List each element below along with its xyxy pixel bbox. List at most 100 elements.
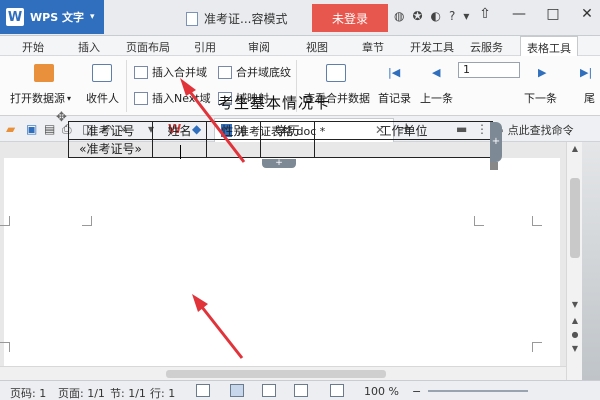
margin-corner — [532, 216, 542, 226]
window-controls: ⇧ — □ ✕ — [476, 6, 596, 22]
insert-next-field-label: 插入Next域 — [152, 92, 211, 105]
window-edge — [582, 142, 600, 380]
status-row: 行: 1 — [150, 387, 176, 400]
scroll-down-icon[interactable]: ▼ — [569, 300, 581, 309]
next-record-button[interactable]: 下一条 — [524, 90, 557, 106]
zoom-out-icon[interactable]: − — [412, 385, 421, 398]
wps-logo-icon: W — [6, 8, 24, 26]
view-merged-data-icon — [326, 64, 346, 82]
add-column-button[interactable]: + — [490, 122, 502, 162]
tab-home[interactable]: 开始 — [22, 39, 44, 55]
command-search-label: 点此查找命令 — [507, 124, 574, 137]
tab-page-layout[interactable]: 页面布局 — [126, 39, 170, 55]
page-view-icon[interactable] — [230, 384, 244, 397]
horizontal-scrollbar[interactable] — [0, 366, 566, 380]
table-header-cell[interactable]: 性别 — [206, 121, 261, 140]
table-header-cell[interactable]: 姓名 — [152, 121, 207, 140]
table-cell[interactable]: «准考证号» — [68, 139, 153, 158]
insert-next-field-button[interactable]: 插入Next域 — [134, 90, 211, 106]
status-pages: 页面: 1/1 — [58, 387, 105, 400]
status-page-number: 页码: 1 — [10, 387, 47, 400]
scroll-thumb[interactable] — [166, 370, 386, 378]
prev-record-button[interactable]: 上一条 — [420, 90, 453, 106]
window-title: 准考证...容模式 — [186, 10, 287, 27]
tab-review[interactable]: 审阅 — [248, 39, 270, 55]
select-browse-icon[interactable]: ● — [569, 330, 581, 339]
maximize-button[interactable]: □ — [544, 6, 562, 22]
merge-field-shading-button[interactable]: 合并域底纹 — [218, 64, 291, 80]
margin-corner — [0, 216, 10, 226]
command-search[interactable]: ⌕ 点此查找命令 — [498, 122, 574, 138]
table-resize-handle[interactable] — [490, 162, 498, 170]
app-menu-button[interactable]: W WPS 文字 ▾ — [0, 0, 104, 34]
outline-view-icon[interactable] — [262, 384, 276, 397]
zoom-slider[interactable] — [428, 390, 528, 392]
open-datasource-button[interactable]: 打开数据源 ▾ — [10, 90, 71, 106]
scroll-thumb[interactable] — [570, 178, 580, 258]
dropdown-icon[interactable]: ▾ — [463, 9, 469, 23]
table-cell[interactable] — [314, 139, 493, 158]
export-pdf-icon[interactable]: ▤ — [44, 122, 55, 136]
table-header-cell[interactable]: 工作单位 — [314, 121, 493, 140]
read-mode-icon[interactable] — [330, 384, 344, 397]
chevron-down-icon: ▾ — [67, 93, 72, 103]
tab-cloud[interactable]: 云服务 — [470, 39, 503, 55]
title-bar: W WPS 文字 ▾ 准考证...容模式 未登录 ◍ ✪ ◐ ? ▾ ⇧ — □… — [0, 0, 600, 36]
tab-insert[interactable]: 插入 — [78, 39, 100, 55]
tab-view[interactable]: 视图 — [306, 39, 328, 55]
window-title-text: 准考证...容模式 — [204, 12, 288, 26]
fullscreen-view-icon[interactable] — [196, 384, 210, 397]
tab-references[interactable]: 引用 — [194, 39, 216, 55]
scroll-up-icon[interactable]: ▲ — [569, 144, 581, 153]
document-canvas — [0, 142, 566, 388]
chevron-down-icon: ▾ — [89, 12, 95, 22]
share-icon[interactable]: ✪ — [412, 9, 422, 23]
table-move-handle-icon[interactable]: ✥ — [56, 110, 67, 125]
last-record-button[interactable]: 尾 — [584, 90, 595, 106]
first-record-icon: |◀ — [388, 66, 401, 79]
collapse-ribbon-icon[interactable]: ⇧ — [476, 6, 494, 22]
web-view-icon[interactable] — [294, 384, 308, 397]
next-field-icon — [134, 91, 148, 105]
insert-field-icon — [134, 65, 148, 79]
vertical-scrollbar[interactable]: ▲ ▼ ▲ ● ▼ — [566, 142, 582, 380]
insert-merge-field-button[interactable]: 插入合并域 — [134, 64, 207, 80]
open-datasource-icon — [34, 64, 54, 82]
table-cell[interactable] — [260, 139, 315, 158]
status-bar: 页码: 1 页面: 1/1 节: 1/1 行: 1 100 % − — [0, 380, 600, 400]
margin-corner — [532, 342, 542, 352]
merge-field-shading-label: 合并域底纹 — [236, 66, 291, 79]
open-datasource-label: 打开数据源 — [10, 92, 65, 105]
titlebar-icons: ◍ ✪ ◐ ? ▾ — [394, 9, 469, 23]
tab-developer[interactable]: 开发工具 — [410, 39, 454, 55]
table-header-cell[interactable]: 准考证号 — [68, 121, 153, 140]
add-row-button[interactable]: + — [262, 159, 296, 168]
feedback-icon[interactable]: ◐ — [431, 9, 441, 23]
recipients-button[interactable]: 收件人 — [86, 90, 119, 106]
last-record-icon: ▶| — [580, 66, 593, 79]
help-icon[interactable]: ? — [449, 9, 455, 23]
shading-icon — [218, 65, 232, 79]
open-folder-icon[interactable]: ▰ — [6, 122, 15, 136]
tab-chapter[interactable]: 章节 — [362, 39, 384, 55]
recipients-icon — [92, 64, 112, 82]
skin-icon[interactable]: ◍ — [394, 9, 404, 23]
insert-merge-field-label: 插入合并域 — [152, 66, 207, 79]
login-button[interactable]: 未登录 — [312, 4, 388, 32]
table-cell[interactable] — [206, 139, 261, 158]
record-number-input[interactable]: 1 — [458, 62, 520, 78]
first-record-button[interactable]: 首记录 — [378, 90, 411, 106]
document-page[interactable] — [0, 158, 560, 388]
prev-page-icon[interactable]: ▲ — [569, 316, 581, 325]
status-section: 节: 1/1 — [110, 387, 146, 400]
minimize-button[interactable]: — — [510, 6, 528, 22]
close-button[interactable]: ✕ — [578, 6, 596, 22]
tab-table-tools[interactable]: 表格工具 — [520, 36, 578, 56]
table-header-cell[interactable]: 学历 — [260, 121, 315, 140]
text-cursor — [180, 145, 181, 159]
next-page-icon[interactable]: ▼ — [569, 344, 581, 353]
menu-tabs: 开始 插入 页面布局 引用 审阅 视图 章节 开发工具 云服务 表格工具 — [0, 36, 600, 56]
margin-corner — [0, 342, 10, 352]
save-icon[interactable]: ▣ — [26, 122, 37, 136]
zoom-level[interactable]: 100 % — [364, 385, 399, 398]
